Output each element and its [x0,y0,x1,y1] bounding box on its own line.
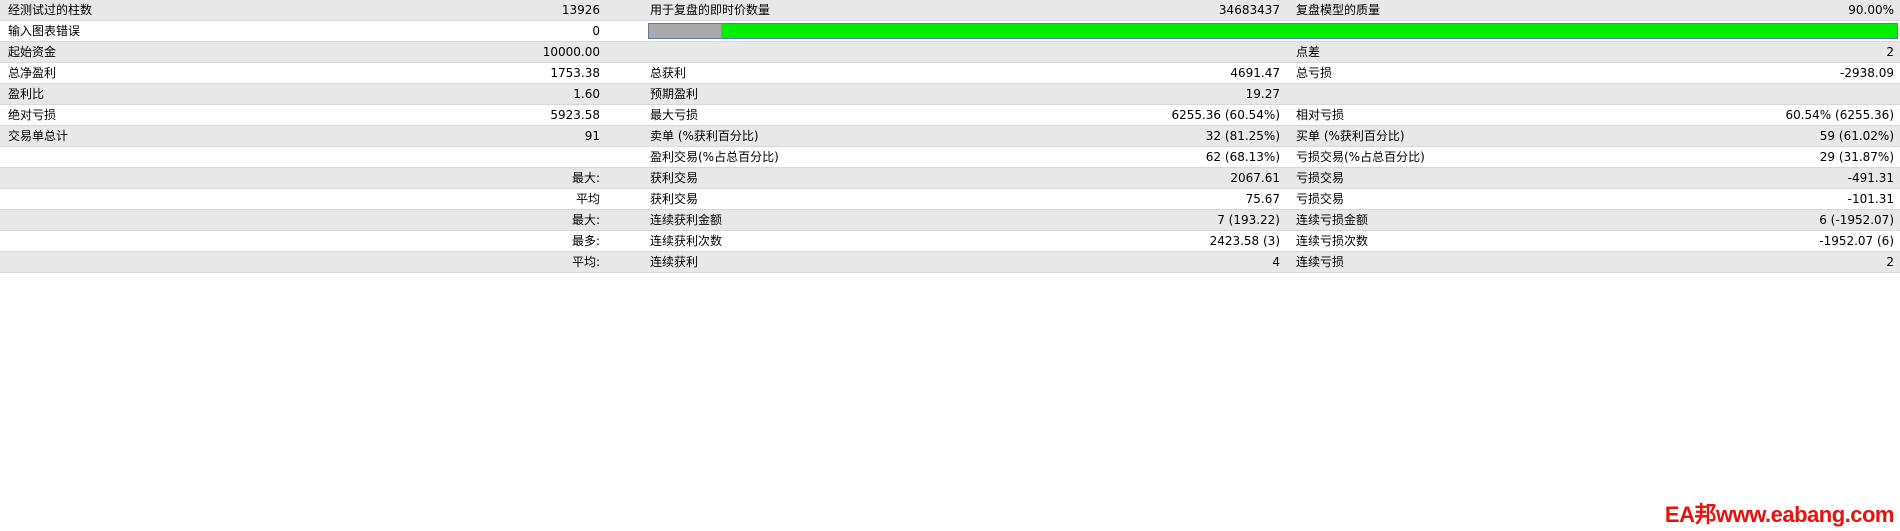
value-bars-tested: 13926 [561,3,600,17]
value-total-net-profit: 1753.38 [550,66,600,80]
label-max-consecutive-wins-amount: 连续获利金额 [650,213,723,227]
label-short-positions: 卖单 (%获利百分比) [650,129,759,143]
value-max-consecutive-losses-count: -1952.07 (6) [1819,234,1894,248]
value-average-profit-trade: 75.67 [1245,192,1280,206]
label-max-consecutive-losses-count: 连续亏损次数 [1296,234,1369,248]
modelling-quality-bar-gray-segment [649,24,722,38]
label-empty [1296,84,1676,104]
value-max-consecutive-wins-amount: 7 (193.22) [1217,213,1280,227]
value-largest-loss-trade: -491.31 [1847,171,1894,185]
report-row-mismatched-errors: 输入图表错误 0 [0,21,1900,42]
report-row-drawdown: 绝对亏损 5923.58 最大亏损 6255.36 (60.54%) 相对亏损 … [0,105,1900,126]
label-long-positions: 买单 (%获利百分比) [1296,129,1405,143]
report-row-profit-factor: 盈利比 1.60 预期盈利 19.27 [0,84,1900,105]
value-max-consecutive-losses-amount: 6 (-1952.07) [1819,213,1894,227]
label-maximal-drawdown: 最大亏损 [650,108,699,122]
label-bars-tested: 经测试过的柱数 [8,3,93,17]
label-avg-consecutive-losses: 连续亏损 [1296,255,1345,269]
label-empty [650,42,1030,62]
label-profit-trades: 盈利交易(%占总百分比) [650,150,779,164]
label-mismatched-chart-errors: 输入图表错误 [8,24,81,38]
label-spread: 点差 [1296,45,1321,59]
value-modelling-quality: 90.00% [1848,3,1894,17]
label-largest: 最大: [571,171,600,185]
watermark-logo: EA邦www.eabang.com [1664,502,1895,527]
report-row-maximal-consecutive: 最多: 连续获利次数 2423.58 (3) 连续亏损次数 -1952.07 (… [0,231,1900,252]
label-empty [8,168,388,188]
value-long-positions: 59 (61.02%) [1819,129,1894,143]
label-max-consecutive-wins-count: 连续获利次数 [650,234,723,248]
report-row-bars-tested: 经测试过的柱数 13926 用于复盘的即时价数量 34683437 复盘模型的质… [0,0,1900,21]
label-loss-trades: 亏损交易(%占总百分比) [1296,150,1425,164]
report-row-profit-loss-trades: 盈利交易(%占总百分比) 62 (68.13%) 亏损交易(%占总百分比) 29… [0,147,1900,168]
value-loss-trades: 29 (31.87%) [1819,150,1894,164]
label-total-net-profit: 总净盈利 [8,66,57,80]
label-empty [8,210,388,230]
value-expected-payoff: 19.27 [1245,87,1280,101]
value-maximal-drawdown: 6255.36 (60.54%) [1171,108,1280,122]
label-profit-factor: 盈利比 [8,87,45,101]
report-row-total-trades: 交易单总计 91 卖单 (%获利百分比) 32 (81.25%) 买单 (%获利… [0,126,1900,147]
label-empty [8,189,388,209]
value-mismatched-chart-errors: 0 [592,24,600,38]
label-largest-loss-trade: 亏损交易 [1296,171,1345,185]
value-avg-consecutive-wins: 4 [1272,255,1280,269]
modelling-quality-bar [648,23,1898,39]
value-total-trades: 91 [584,129,600,143]
label-avg-consecutive-wins: 连续获利 [650,255,699,269]
value-gross-loss: -2938.09 [1840,66,1894,80]
label-empty [8,147,388,167]
label-gross-loss: 总亏损 [1296,66,1333,80]
backtest-report: 经测试过的柱数 13926 用于复盘的即时价数量 34683437 复盘模型的质… [0,0,1900,273]
value-spread: 2 [1886,45,1894,59]
label-largest-profit-trade: 获利交易 [650,171,699,185]
report-row-average-trade: 平均 获利交易 75.67 亏损交易 -101.31 [0,189,1900,210]
report-row-maximum-consecutive: 最大: 连续获利金额 7 (193.22) 连续亏损金额 6 (-1952.07… [0,210,1900,231]
label-average: 平均 [575,192,600,206]
label-empty [8,252,388,272]
value-empty [400,147,600,167]
label-absolute-drawdown: 绝对亏损 [8,108,57,122]
label-initial-deposit: 起始资金 [8,45,57,59]
value-relative-drawdown: 60.54% (6255.36) [1785,108,1894,122]
value-absolute-drawdown: 5923.58 [550,108,600,122]
label-average-consecutive: 平均: [571,255,600,269]
label-max-consecutive-losses-amount: 连续亏损金额 [1296,213,1369,227]
label-modelling-quality: 复盘模型的质量 [1296,3,1381,17]
value-short-positions: 32 (81.25%) [1205,129,1280,143]
report-row-net-profit: 总净盈利 1753.38 总获利 4691.47 总亏损 -2938.09 [0,63,1900,84]
label-gross-profit: 总获利 [650,66,687,80]
value-ticks-modelled: 34683437 [1218,3,1280,17]
label-ticks-modelled: 用于复盘的即时价数量 [650,3,771,17]
value-largest-profit-trade: 2067.61 [1230,171,1280,185]
label-maximum: 最大: [571,213,600,227]
report-row-average-consecutive: 平均: 连续获利 4 连续亏损 2 [0,252,1900,273]
value-average-loss-trade: -101.31 [1847,192,1894,206]
value-max-consecutive-wins-count: 2423.58 (3) [1209,234,1280,248]
label-expected-payoff: 预期盈利 [650,87,699,101]
label-average-loss-trade: 亏损交易 [1296,192,1345,206]
report-row-initial-deposit: 起始资金 10000.00 点差 2 [0,42,1900,63]
value-empty [1050,42,1280,62]
value-initial-deposit: 10000.00 [542,45,600,59]
value-avg-consecutive-losses: 2 [1886,255,1894,269]
label-average-profit-trade: 获利交易 [650,192,699,206]
report-row-largest-trade: 最大: 获利交易 2067.61 亏损交易 -491.31 [0,168,1900,189]
label-maximal: 最多: [571,234,600,248]
value-profit-factor: 1.60 [573,87,600,101]
label-relative-drawdown: 相对亏损 [1296,108,1345,122]
label-empty [8,231,388,251]
value-empty [1676,84,1894,104]
value-gross-profit: 4691.47 [1230,66,1280,80]
label-total-trades: 交易单总计 [8,129,69,143]
value-profit-trades: 62 (68.13%) [1205,150,1280,164]
